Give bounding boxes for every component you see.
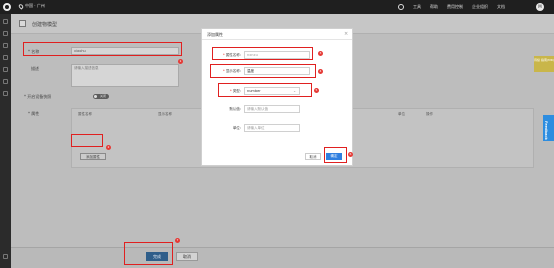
- sidebar-menu-icon[interactable]: [3, 254, 8, 259]
- annotation-badge-1: 1: [178, 59, 183, 64]
- default-input[interactable]: 请输入默认值: [244, 105, 300, 113]
- nav-tools[interactable]: 工具: [413, 4, 421, 10]
- sidebar-settings-icon[interactable]: [3, 91, 8, 96]
- sidebar-device-icon[interactable]: [3, 43, 8, 48]
- unit-label: 单位:: [232, 126, 241, 130]
- sidebar-rule-icon[interactable]: [3, 67, 8, 72]
- page-title: 创建物模型: [32, 22, 58, 28]
- sidebar: [0, 14, 11, 268]
- annotation-badge-5: 5: [314, 88, 319, 93]
- default-label: 默认值:: [229, 107, 241, 111]
- highlight-display-name: [210, 64, 316, 78]
- back-button[interactable]: [19, 20, 26, 27]
- dialog-header: 添加属性 ×: [202, 29, 352, 40]
- unit-input[interactable]: 请输入单位: [244, 124, 300, 132]
- top-bar: 中国 · 广州 工具 帮助 费用控制 企业组织 文档 M: [0, 0, 554, 14]
- table-header-unit: 单位: [398, 112, 405, 116]
- location-selector[interactable]: 中国 · 广州: [17, 2, 45, 10]
- highlight-type: [218, 83, 312, 97]
- search-icon[interactable]: [398, 4, 404, 10]
- annotation-badge-6: 6: [348, 152, 353, 157]
- sidebar-grid-icon[interactable]: [3, 31, 8, 36]
- location-pin-icon: [17, 2, 25, 10]
- location-label: 中国 · 广州: [25, 3, 45, 8]
- table-header-display-name: 显示名称: [158, 112, 172, 116]
- feedback-tab[interactable]: Feedback: [543, 115, 554, 141]
- nav-org[interactable]: 企业组织: [472, 4, 488, 10]
- highlight-attr-name: [212, 47, 313, 60]
- snapshot-label: * 开启设备快照: [24, 94, 52, 99]
- add-attribute-button[interactable]: 添加属性: [80, 153, 106, 160]
- sidebar-home-icon[interactable]: [3, 19, 8, 24]
- highlight-name-field: [23, 42, 182, 56]
- feedback-label: Feedback: [544, 121, 548, 140]
- attributes-label: * 属性: [28, 111, 40, 116]
- highlight-add-attribute: [71, 134, 103, 147]
- bottom-action-bar: [11, 247, 554, 268]
- nav-docs[interactable]: 文档: [497, 4, 505, 10]
- nav-help[interactable]: 帮助: [430, 4, 438, 10]
- dialog-cancel-button[interactable]: 取消: [305, 153, 321, 160]
- close-icon[interactable]: ×: [344, 31, 348, 37]
- annotation-badge-7: 7: [175, 238, 180, 243]
- highlight-ok-button: [324, 147, 347, 163]
- snapshot-toggle[interactable]: 关闭: [93, 94, 109, 99]
- description-label: 描述: [31, 66, 39, 71]
- annotation-badge-4: 4: [318, 69, 323, 74]
- sidebar-model-icon[interactable]: [3, 55, 8, 60]
- dialog-title: 添加属性: [207, 32, 223, 37]
- cancel-button[interactable]: 取消: [176, 252, 198, 261]
- table-header-attr-name: 属性名称: [78, 112, 92, 116]
- app-logo-icon[interactable]: [3, 3, 11, 11]
- annotation-badge-2: 2: [106, 145, 111, 150]
- guide-chip[interactable]: 待续 指南(MR): [534, 56, 554, 72]
- annotation-badge-3: 3: [318, 51, 323, 56]
- top-nav: 工具 帮助 费用控制 企业组织 文档: [398, 4, 505, 10]
- highlight-save-button: [124, 242, 173, 265]
- description-textarea[interactable]: 请输入描述信息: [71, 64, 179, 87]
- sidebar-data-icon[interactable]: [3, 79, 8, 84]
- avatar[interactable]: M: [536, 3, 544, 11]
- toggle-knob: [94, 95, 97, 98]
- nav-cost[interactable]: 费用控制: [447, 4, 463, 10]
- table-header-action: 操作: [426, 112, 433, 116]
- toggle-state-label: 关闭: [100, 94, 107, 98]
